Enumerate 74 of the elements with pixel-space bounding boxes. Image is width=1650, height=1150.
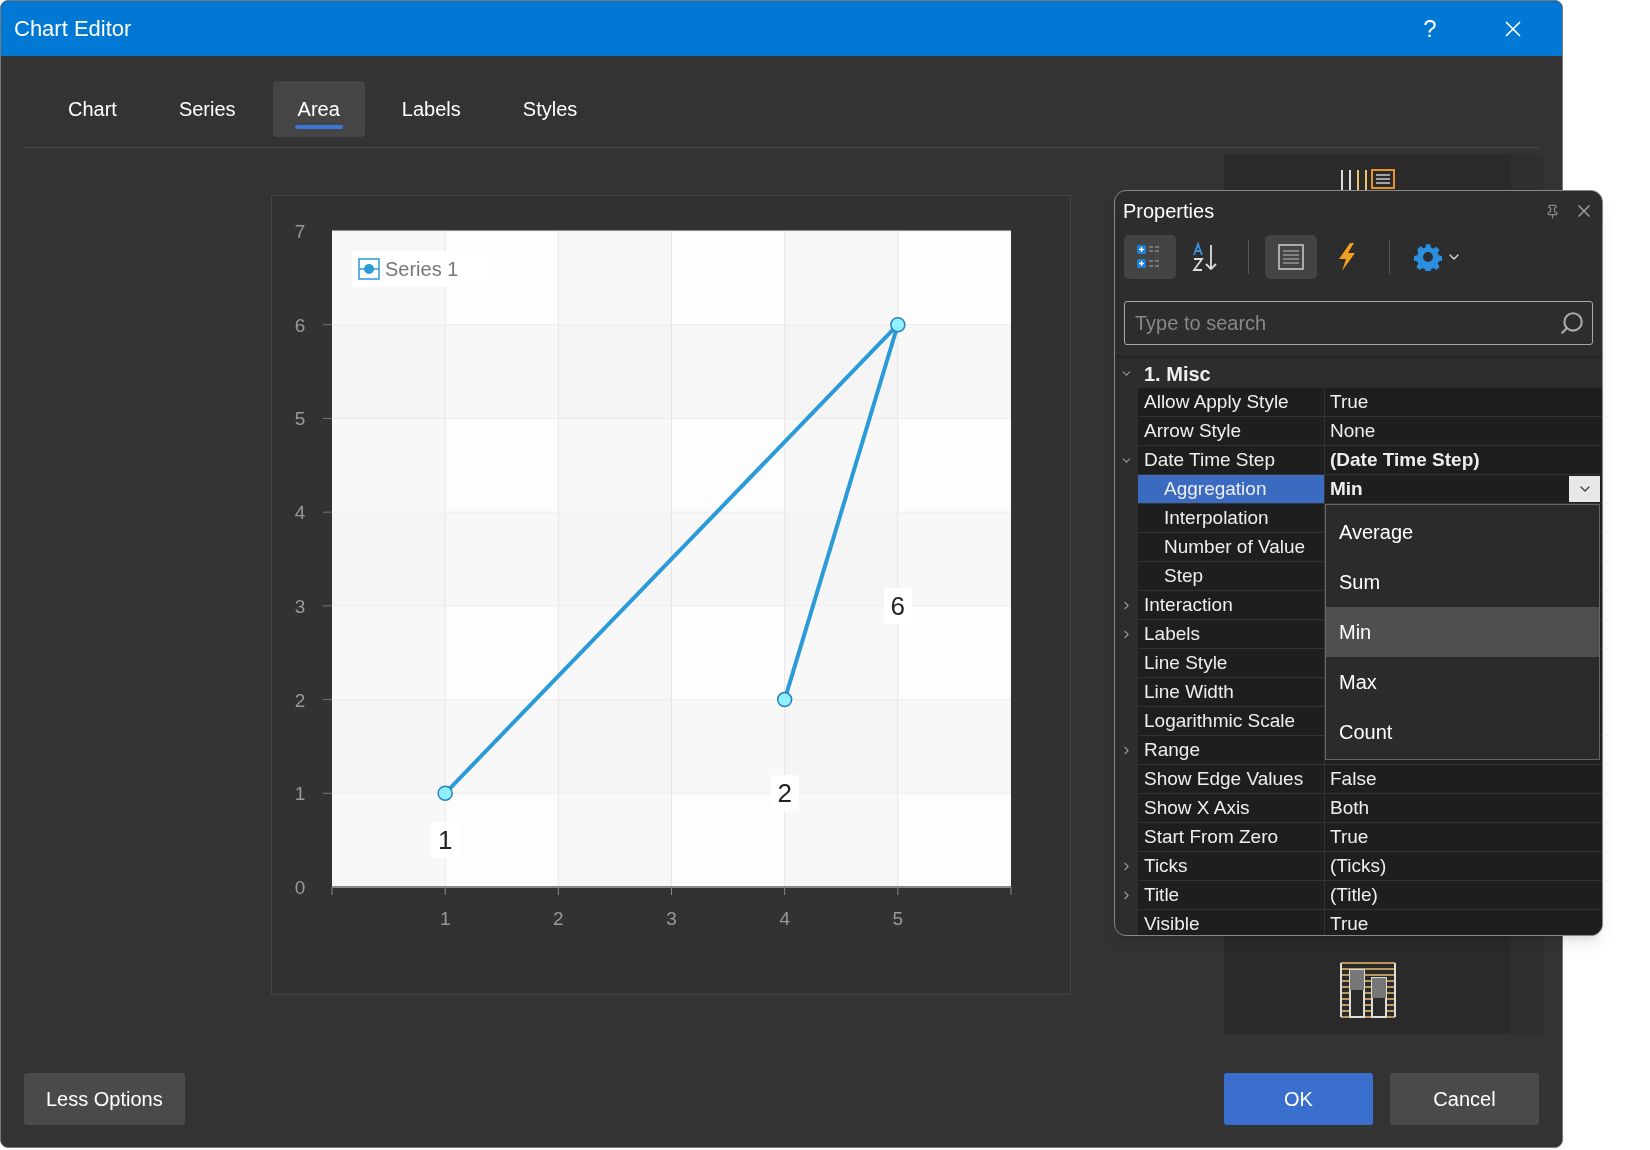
y-tick-label: 6	[294, 314, 306, 336]
property-value[interactable]: False	[1325, 765, 1602, 794]
data-label: 2	[777, 778, 792, 809]
tab[interactable]: Series	[153, 81, 261, 137]
dropdown-option[interactable]: Average	[1326, 507, 1599, 557]
tab[interactable]: Styles	[497, 81, 603, 137]
help-button[interactable]: ?	[1410, 8, 1450, 49]
property-name[interactable]: Labels	[1138, 620, 1325, 649]
x-tick-label: 4	[779, 908, 790, 929]
data-point	[437, 785, 453, 802]
property-value[interactable]: True	[1325, 910, 1602, 935]
dialog-button[interactable]: Cancel	[1390, 1073, 1539, 1125]
property-value[interactable]: True	[1325, 823, 1602, 852]
tab[interactable]: Labels	[376, 81, 486, 137]
property-name[interactable]: Line Style	[1138, 649, 1325, 678]
ok-button[interactable]: OK	[1224, 1073, 1373, 1125]
search-field[interactable]: Type to search	[1124, 301, 1593, 345]
search-icon	[1559, 310, 1585, 336]
property-name[interactable]: Date Time Step	[1138, 446, 1325, 475]
property-value[interactable]: (Ticks)	[1325, 852, 1602, 881]
data-label: 6	[890, 590, 906, 621]
property-name[interactable]: Start From Zero	[1138, 823, 1325, 852]
property-name[interactable]: Ticks	[1138, 852, 1325, 881]
y-tick-label: 0	[294, 877, 306, 898]
property-value[interactable]: Both	[1325, 794, 1602, 823]
y-tick-label: 5	[294, 408, 306, 430]
property-value[interactable]: None	[1325, 417, 1602, 446]
x-tick-label: 2	[553, 908, 564, 929]
property-name[interactable]: Arrow Style	[1138, 417, 1325, 446]
x-tick-label: 3	[666, 908, 677, 929]
data-point	[890, 316, 906, 333]
y-tick-label: 4	[294, 502, 306, 524]
property-name[interactable]: Step	[1138, 562, 1325, 591]
property-list-icon	[1276, 242, 1306, 272]
panel-title: Properties	[1123, 199, 1215, 224]
category-label: 1. Misc	[1144, 361, 1211, 387]
property-name[interactable]: Title	[1138, 881, 1325, 910]
y-tick-label: 1	[294, 783, 306, 805]
property-value[interactable]: Min	[1325, 475, 1602, 504]
toolbar-button[interactable]	[1265, 235, 1317, 279]
tab[interactable]: Chart	[43, 81, 142, 137]
property-name[interactable]: Number of Value	[1138, 533, 1325, 562]
dropdown-option[interactable]: Min	[1326, 607, 1599, 657]
property-name[interactable]: Interaction	[1138, 591, 1325, 620]
y-tick-label: 3	[294, 595, 306, 617]
data-label: 1	[437, 825, 453, 856]
x-tick-label: 5	[892, 908, 904, 929]
property-name[interactable]: Show X Axis	[1138, 794, 1325, 823]
property-value[interactable]: (Title)	[1325, 881, 1602, 910]
property-name[interactable]: Show Edge Values	[1138, 765, 1325, 794]
dropdown-button[interactable]	[1569, 476, 1600, 502]
bar-chart-icon	[1337, 960, 1398, 1020]
property-value[interactable]: True	[1325, 388, 1602, 417]
property-value[interactable]: (Date Time Step)	[1325, 446, 1602, 475]
dropdown-option[interactable]: Max	[1326, 657, 1599, 707]
tab[interactable]: Area	[272, 81, 365, 137]
data-point	[776, 691, 793, 708]
legend-label: Series 1	[385, 258, 459, 280]
property-name[interactable]: Range	[1138, 736, 1325, 765]
property-name[interactable]: Aggregation	[1138, 475, 1325, 504]
x-tick-label: 1	[439, 908, 451, 929]
y-tick-label: 7	[294, 221, 306, 242]
dropdown-option[interactable]: Sum	[1326, 557, 1599, 607]
y-tick-label: 2	[294, 689, 306, 711]
legend-marker-icon	[358, 258, 380, 280]
property-name[interactable]: Logarithmic Scale	[1138, 707, 1325, 736]
window-title: Chart Editor	[14, 15, 132, 43]
dropdown-option[interactable]: Count	[1326, 707, 1599, 757]
dialog-button[interactable]: Less Options	[24, 1073, 185, 1125]
property-name[interactable]: Allow Apply Style	[1138, 388, 1325, 417]
property-name[interactable]: Interpolation	[1138, 504, 1325, 533]
property-name[interactable]: Visible	[1138, 910, 1325, 935]
pin-icon[interactable]	[1545, 203, 1560, 219]
property-name[interactable]: Line Width	[1138, 678, 1325, 707]
